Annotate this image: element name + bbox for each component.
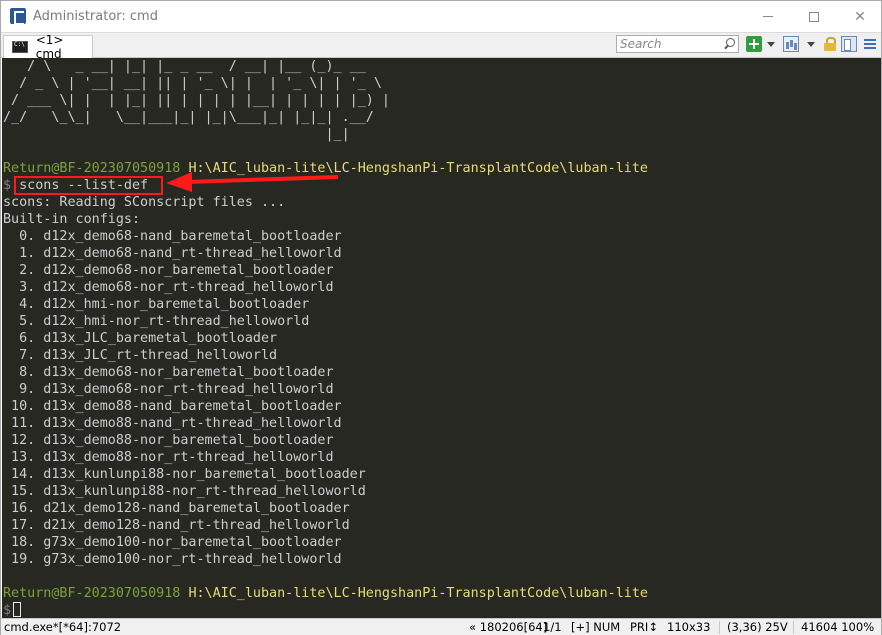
config-item: 4. d12x_hmi-nor_baremetal_bootloader [3, 297, 310, 312]
search-input[interactable] [617, 36, 721, 52]
config-item: 5. d12x_hmi-nor_rt-thread_helloworld [3, 314, 310, 329]
output-line: Built-in configs: [3, 212, 141, 227]
config-item: 17. d21x_demo128-nand_rt-thread_hellowor… [3, 518, 350, 533]
tab-label: <1> cmd [35, 33, 64, 61]
status-pages: 1/1 [543, 620, 562, 634]
status-cursor: (3,36) 25V [727, 620, 788, 634]
status-process: cmd.exe*[*64]:7072 [4, 620, 122, 634]
prompt-user: Return@BF-202307050918 [3, 586, 181, 601]
prompt-line: Return@BF-202307050918 H:\AIC_luban-lite… [3, 585, 648, 602]
view-dropdown-icon[interactable] [805, 36, 815, 52]
config-item: 1. d12x_demo68-nand_rt-thread_helloworld [3, 246, 342, 261]
minimize-icon [763, 16, 773, 17]
config-item: 15. d13x_kunlunpi88-nor_rt-thread_hellow… [3, 484, 366, 499]
split-view-icon[interactable] [783, 36, 799, 52]
status-separator [719, 621, 720, 634]
prompt-dollar: $ [3, 603, 12, 618]
config-item: 8. d13x_demo68-nor_baremetal_bootloader [3, 365, 334, 380]
status-insert-num[interactable]: [+] NUM [571, 620, 620, 635]
menu-icon[interactable] [862, 36, 878, 52]
maximize-button[interactable] [791, 1, 837, 32]
output-line: scons: Reading SConscript files ... [3, 195, 286, 210]
config-item: 13. d13x_demo88-nor_rt-thread_helloworld [3, 450, 334, 465]
prompt-path: H:\AIC_luban-lite\LC-HengshanPi-Transpla… [188, 586, 648, 601]
config-item: 11. d13x_demo88-nand_rt-thread_helloworl… [3, 416, 342, 431]
console-window: Administrator: cmd ✕ <1> cmd / \ _ __| |… [0, 0, 882, 635]
command-highlight-box [14, 176, 163, 195]
status-separator [793, 621, 794, 634]
ascii-art-line: |_| [3, 127, 350, 142]
title-bar[interactable]: Administrator: cmd ✕ [1, 1, 881, 32]
config-item: 19. g73x_demo100-nor_rt-thread_helloworl… [3, 552, 342, 567]
config-item: 10. d13x_demo88-nand_baremetal_bootloade… [3, 399, 342, 414]
console-output[interactable]: / \ _ __| |_| |_ _ __ / __| |__ (_)_ __ … [2, 58, 881, 618]
close-icon: ✕ [854, 8, 866, 25]
tab-cmd[interactable]: <1> cmd [3, 33, 93, 61]
config-item: 12. d13x_demo88-nor_baremetal_bootloader [3, 433, 334, 448]
lock-icon[interactable] [822, 36, 838, 52]
ascii-art-line: / \ _ __| |_| |_ _ __ / __| |__ (_)_ __ [3, 59, 366, 74]
maximize-icon [809, 11, 819, 22]
config-item: 2. d12x_demo68-nor_baremetal_bootloader [3, 263, 334, 278]
status-bar: cmd.exe*[*64]:7072 « 180206[64] 1/1 [+] … [1, 618, 881, 635]
console-icon [12, 41, 28, 53]
status-priority[interactable]: PRI↕ [630, 620, 658, 635]
minimize-button[interactable] [745, 1, 791, 32]
status-pid-zoom: 41604 100% [801, 620, 875, 634]
search-box[interactable] [616, 35, 739, 53]
search-icon[interactable] [723, 37, 737, 51]
ascii-art-line: / _ \ | '__| __| || | '_ \| | | '_ \| | … [3, 76, 382, 91]
status-position[interactable]: « 180206[64] [469, 620, 547, 635]
config-item: 6. d13x_JLC_baremetal_bootloader [3, 331, 278, 346]
window-title: Administrator: cmd [33, 9, 158, 24]
status-size: 110x33 [667, 620, 711, 634]
new-console-dropdown-icon[interactable] [765, 36, 775, 52]
config-item: 18. g73x_demo100-nor_baremetal_bootloade… [3, 535, 342, 550]
config-item: 16. d21x_demo128-nand_baremetal_bootload… [3, 501, 350, 516]
config-item: 3. d12x_demo68-nor_rt-thread_helloworld [3, 280, 334, 295]
ascii-art-line: /_/ \_\_| \__|___|_| |_|\___|_| |_|_| ._… [3, 110, 374, 125]
close-button[interactable]: ✕ [837, 1, 882, 32]
ascii-art-line: / ___ \| | | |_| || | | | | |__| | | | |… [3, 93, 390, 108]
annotation-arrow-icon [166, 172, 339, 192]
config-item: 7. d13x_JLC_rt-thread_helloworld [3, 348, 278, 363]
text-cursor [13, 602, 22, 617]
prompt-dollar: $ [3, 178, 12, 193]
new-console-icon[interactable] [746, 36, 762, 52]
conemu-app-icon[interactable] [10, 8, 26, 25]
config-item: 14. d13x_kunlunpi88-nor_baremetal_bootlo… [3, 467, 366, 482]
prompt-user: Return@BF-202307050918 [3, 161, 181, 176]
config-item: 9. d13x_demo68-nor_rt-thread_helloworld [3, 382, 334, 397]
input-line[interactable]: $ [3, 602, 22, 618]
panel-toggle-icon[interactable] [841, 36, 857, 52]
config-item: 0. d12x_demo68-nand_baremetal_bootloader [3, 229, 342, 244]
